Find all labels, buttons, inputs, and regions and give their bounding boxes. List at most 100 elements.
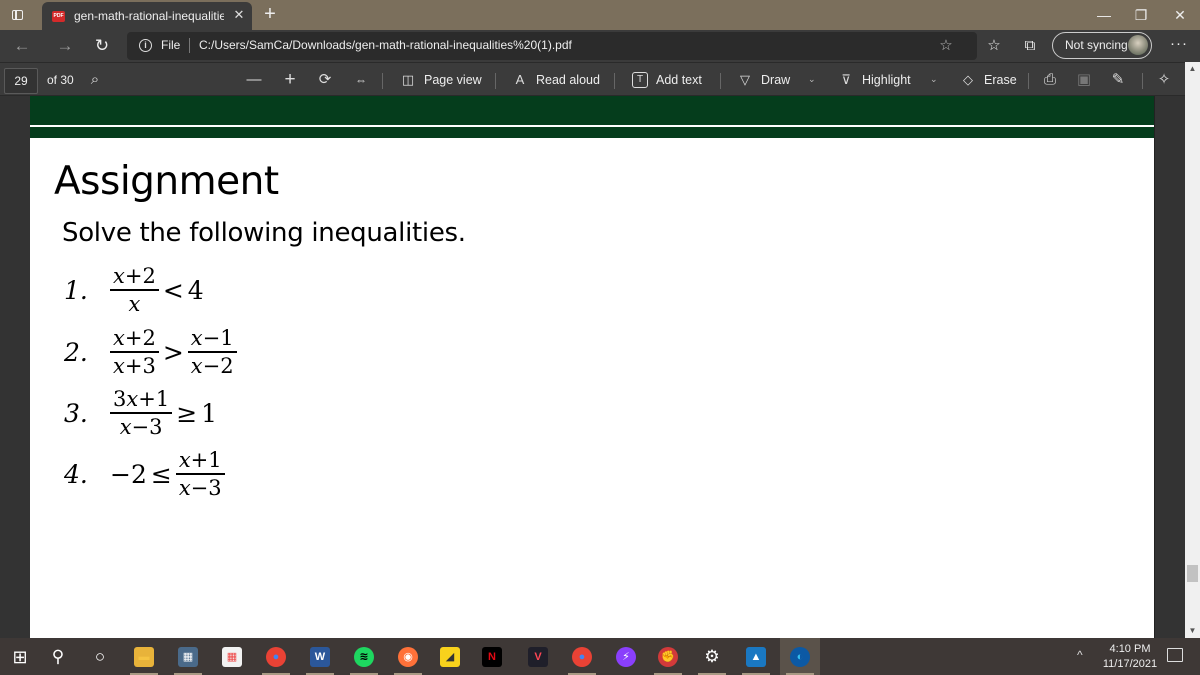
page-view-button[interactable]: ◫ Page view: [400, 68, 482, 92]
denominator-rest: −3: [190, 476, 222, 500]
denominator: x: [125, 291, 143, 315]
rotate-button[interactable]: ⟳: [314, 69, 336, 91]
taskbar-app-edge[interactable]: ◐: [780, 638, 820, 675]
relation-symbol: <: [162, 276, 184, 305]
draw-options-chevron-icon[interactable]: ⌄: [808, 74, 816, 85]
highlight-button[interactable]: ⊽ Highlight: [838, 68, 910, 92]
search-icon[interactable]: ⌕: [84, 69, 106, 91]
add-favorite-icon[interactable]: ☆: [937, 37, 955, 55]
taskbar-app-messenger[interactable]: ⚡: [606, 638, 646, 675]
address-bar[interactable]: i File C:/Users/SamCa/Downloads/gen-math…: [127, 32, 977, 60]
page-view-label: Page view: [424, 73, 482, 87]
taskbar-app-spotify[interactable]: ≋: [344, 638, 384, 675]
taskbar-app-start[interactable]: ⊞: [0, 638, 40, 675]
fit-to-page-button[interactable]: ⇔: [350, 69, 372, 91]
problem-3: 3. 3x+1 x−3 ≥ 1: [64, 389, 217, 438]
url-text[interactable]: C:/Users/SamCa/Downloads/gen-math-ration…: [199, 38, 572, 52]
taskbar-app-valorant[interactable]: V: [518, 638, 558, 675]
save-button[interactable]: ▣: [1073, 69, 1095, 91]
problem-1: 1. x+2 x < 4: [64, 266, 204, 315]
print-button[interactable]: ⎙: [1039, 69, 1061, 91]
taskbar-app-photos[interactable]: ▲: [736, 638, 776, 675]
problem-number: 1.: [64, 276, 88, 305]
more-options-button[interactable]: ···: [1167, 34, 1191, 58]
zoom-in-button[interactable]: +: [279, 69, 301, 91]
close-window-button[interactable]: ✕: [1170, 5, 1190, 25]
edge-icon: ◐: [790, 646, 810, 667]
draw-button[interactable]: ▽ Draw: [737, 68, 790, 92]
numerator: x+2: [110, 328, 159, 353]
word-icon: W: [310, 646, 330, 667]
netflix-icon: N: [482, 646, 502, 667]
minimize-button[interactable]: —: [1094, 5, 1114, 25]
profile-sync-button[interactable]: Not syncing: [1052, 32, 1152, 59]
variable: x: [190, 326, 203, 350]
chrome-profile-icon: ●: [572, 646, 592, 667]
read-aloud-icon: A: [515, 72, 525, 87]
taskbar-app-word[interactable]: W: [300, 638, 340, 675]
numerator-rest: +2: [124, 264, 156, 288]
taskbar-app-app-red[interactable]: ✊: [648, 638, 688, 675]
taskbar-app-microsoft-store[interactable]: ▦: [212, 638, 252, 675]
pdf-viewer[interactable]: Assignment Solve the following inequalit…: [0, 96, 1185, 656]
tab-actions-button[interactable]: [8, 6, 28, 24]
forward-button[interactable]: →: [53, 34, 77, 58]
collections-icon[interactable]: ⧉: [1018, 34, 1042, 58]
left-hand-side: −2: [110, 460, 147, 489]
erase-button[interactable]: ◇ Erase: [960, 68, 1017, 92]
navigation-bar: ← → ↻ i File C:/Users/SamCa/Downloads/ge…: [0, 30, 1200, 62]
system-clock[interactable]: 4:10 PM 11/17/2021: [1100, 642, 1160, 672]
taskbar-app-search[interactable]: ⚲: [38, 638, 78, 675]
taskbar-app-calculator[interactable]: ▦: [168, 638, 208, 675]
chrome-icon: ●: [266, 646, 286, 667]
add-text-button[interactable]: T Add text: [632, 68, 702, 92]
vertical-scrollbar[interactable]: ▲ ▼: [1185, 62, 1200, 638]
action-center-icon[interactable]: [1167, 648, 1183, 662]
right-hand-side: 4: [187, 276, 204, 305]
right-hand-side: 1: [201, 399, 218, 428]
pin-toolbar-icon[interactable]: ✧: [1153, 69, 1175, 91]
numerator: x−1: [187, 326, 237, 353]
pdf-page: Assignment Solve the following inequalit…: [30, 96, 1154, 656]
close-tab-icon[interactable]: ✕: [232, 7, 246, 23]
toolbar-divider: [1028, 73, 1029, 89]
highlight-options-chevron-icon[interactable]: ⌄: [930, 74, 938, 85]
settings-icon: ⚙: [704, 646, 720, 666]
document-title: Assignment: [54, 159, 279, 204]
taskbar-app-firefox[interactable]: ◉: [388, 638, 428, 675]
restore-button[interactable]: ❐: [1131, 5, 1151, 25]
save-as-button[interactable]: ✎: [1107, 69, 1129, 91]
read-aloud-button[interactable]: A Read aloud: [512, 68, 600, 92]
new-tab-button[interactable]: +: [260, 4, 280, 24]
taskbar-app-file-explorer[interactable]: ▬: [124, 638, 164, 675]
site-info-icon[interactable]: i: [139, 39, 152, 52]
taskbar-app-cortana[interactable]: ○: [80, 638, 120, 675]
taskbar-app-chrome-profile[interactable]: ●: [562, 638, 602, 675]
calculator-icon: ▦: [178, 646, 198, 667]
read-aloud-label: Read aloud: [536, 73, 600, 87]
app-red-icon: ✊: [658, 646, 678, 667]
taskbar-app-settings[interactable]: ⚙: [692, 638, 732, 675]
taskbar-app-netflix[interactable]: N: [472, 638, 512, 675]
fraction: 3x+1 x−3: [110, 389, 173, 438]
scroll-down-arrow-icon[interactable]: ▼: [1185, 624, 1200, 638]
show-hidden-icons-chevron-icon[interactable]: ^: [1077, 648, 1083, 662]
variable: x: [113, 264, 125, 288]
firefox-icon: ◉: [398, 646, 418, 667]
scroll-up-arrow-icon[interactable]: ▲: [1185, 62, 1200, 76]
scroll-thumb[interactable]: [1187, 564, 1198, 582]
page-number-input[interactable]: 29: [4, 68, 38, 94]
back-button[interactable]: ←: [10, 34, 34, 58]
tab-pdf[interactable]: PDF gen-math-rational-inequalities ( ✕: [42, 2, 252, 30]
refresh-button[interactable]: ↻: [90, 34, 114, 58]
taskbar-app-sticky-notes[interactable]: ◢: [430, 638, 470, 675]
problem-2: 2. x+2 x+3 > x−1 x−2: [64, 328, 237, 377]
taskbar-app-chrome[interactable]: ●: [256, 638, 296, 675]
pdf-icon: PDF: [52, 11, 65, 22]
denominator: x−3: [117, 414, 166, 438]
favorites-icon[interactable]: ☆: [982, 34, 1006, 58]
photos-icon: ▲: [746, 646, 766, 667]
numerator-rest: −1: [202, 326, 234, 350]
variable: x: [113, 326, 125, 350]
zoom-out-button[interactable]: —: [243, 69, 265, 91]
